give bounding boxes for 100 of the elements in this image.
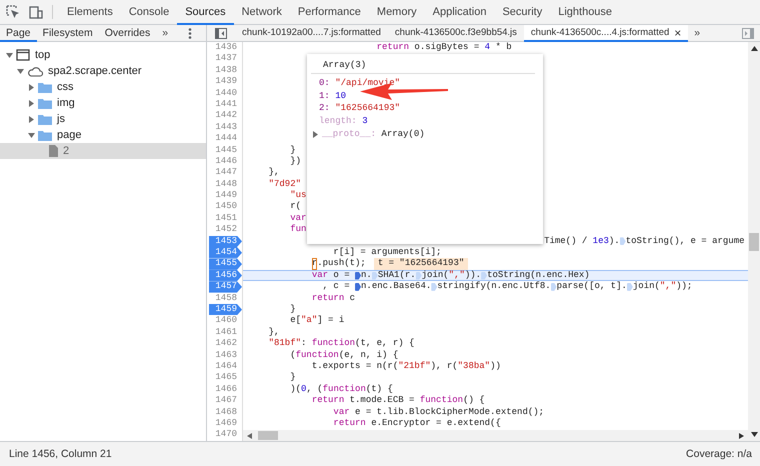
line-number[interactable]: 1464 (209, 360, 242, 372)
code-text: } (290, 304, 296, 316)
scroll-down-icon[interactable] (750, 432, 758, 437)
folder-icon (38, 82, 52, 92)
line-number[interactable]: 1447 (209, 167, 242, 179)
line-number[interactable]: 1450 (209, 201, 242, 213)
line-number[interactable]: 1463 (209, 350, 242, 361)
disclosure-triangle-icon[interactable] (312, 130, 319, 138)
scroll-right-icon[interactable] (739, 432, 744, 438)
line-number[interactable]: 1437 (209, 53, 242, 65)
line-number[interactable]: 1459 (209, 304, 242, 316)
line-number[interactable]: 1442 (209, 110, 242, 122)
file-tab[interactable]: chunk-4136500c.f3e9bb54.js (388, 25, 524, 42)
disclosure-triangle-icon[interactable] (6, 52, 13, 58)
property-entry[interactable]: __proto__: Array(0) (322, 129, 425, 140)
code-text: "us (290, 190, 306, 202)
scrollbar-thumb[interactable] (258, 431, 278, 440)
line-number[interactable]: 1457 (209, 281, 242, 293)
disclosure-triangle-icon[interactable] (28, 100, 35, 106)
code-text: SHA1(r. (378, 270, 416, 282)
disclosure-triangle-icon[interactable] (28, 84, 35, 90)
line-number[interactable]: 1444 (209, 133, 242, 145)
inspect-icon[interactable] (6, 5, 20, 19)
file-tab[interactable]: chunk-10192a00....7.js:formatted (235, 25, 388, 42)
line-number[interactable]: 1436 (209, 42, 242, 54)
code-text: "81bf": function(t, e, r) { (268, 338, 414, 350)
line-number[interactable]: 1462 (209, 338, 242, 350)
line-number[interactable]: 1460 (209, 315, 242, 327)
line-number[interactable]: 1469 (209, 418, 242, 430)
line-number[interactable]: 1440 (209, 88, 242, 99)
scrollbar-thumb[interactable] (749, 232, 759, 250)
scroll-left-icon[interactable] (247, 432, 252, 438)
tree-item[interactable]: css (0, 79, 206, 95)
line-number[interactable]: 1458 (209, 292, 242, 304)
inline-breakpoint-icon[interactable] (355, 272, 362, 280)
navigator-tab[interactable]: Page (0, 25, 37, 42)
line-number[interactable]: 1449 (209, 190, 242, 202)
panel-tab[interactable]: Lighthouse (550, 0, 620, 25)
panel-tab[interactable]: Network (234, 0, 290, 25)
code-text: Time() / 1e3). (544, 236, 620, 248)
navigator-tab[interactable]: Overrides (98, 25, 156, 42)
line-number[interactable]: 1446 (209, 156, 242, 168)
frame-icon (16, 49, 30, 61)
line-number[interactable]: 1467 (209, 395, 242, 406)
disclosure-triangle-icon[interactable] (28, 132, 35, 138)
line-number[interactable]: 1445 (209, 144, 242, 156)
tree-item[interactable]: page (0, 127, 206, 143)
tree-item[interactable]: js (0, 111, 206, 127)
panel-tab[interactable]: Security (494, 0, 550, 25)
line-number[interactable]: 1441 (209, 98, 242, 110)
code-text: join(",")); (632, 281, 692, 293)
more-tabs-button[interactable]: » (156, 25, 174, 41)
more-tabs-button[interactable]: » (688, 25, 706, 41)
line-number[interactable]: 1468 (209, 406, 242, 418)
property-entry: 1: 10 (319, 90, 346, 101)
file-tab[interactable]: chunk-4136500c....4.js:formatted × (524, 25, 688, 42)
coverage-status: Coverage: n/a (686, 448, 752, 460)
panel-tab[interactable]: Performance (290, 0, 369, 25)
line-number[interactable]: 1456 (209, 270, 242, 282)
tree-item[interactable]: 2 (0, 143, 206, 159)
scroll-up-icon[interactable] (750, 46, 758, 51)
property-entry: 0: "/api/movie" (319, 78, 400, 88)
panel-tab[interactable]: Memory (368, 0, 425, 25)
inline-breakpoint-icon[interactable] (355, 282, 362, 291)
tree-item[interactable]: top (0, 47, 206, 63)
close-tab-button[interactable]: × (674, 26, 682, 40)
line-number[interactable]: 1448 (209, 178, 242, 190)
navigator-tab[interactable]: Filesystem (36, 25, 99, 42)
tree-item[interactable]: spa2.scrape.center (0, 63, 206, 79)
menu-icon[interactable] (188, 28, 192, 38)
line-number[interactable]: 1451 (209, 212, 242, 224)
device-toolbar-icon[interactable] (29, 5, 43, 19)
property-entry: length: 3 (319, 116, 368, 126)
line-number[interactable]: 1438 (209, 64, 242, 76)
line-number[interactable]: 1439 (209, 76, 242, 88)
panel-tab[interactable]: Console (120, 0, 178, 25)
tree-item[interactable]: img (0, 95, 206, 111)
inline-value: t = "1625664193" (374, 258, 468, 270)
line-number[interactable]: 1461 (209, 326, 242, 338)
sidebar-toggle-icon[interactable] (742, 28, 754, 38)
code-text: var o = (312, 270, 351, 282)
sidebar-toggle-icon[interactable] (215, 28, 227, 38)
vertical-scrollbar[interactable] (748, 42, 760, 441)
line-number[interactable]: 1466 (209, 384, 242, 396)
panel-tab[interactable]: Elements (59, 0, 121, 25)
line-number[interactable]: 1453 (209, 236, 242, 248)
code-text: (function(e, n, i) { (290, 350, 398, 361)
horizontal-scrollbar[interactable] (243, 430, 748, 441)
line-number[interactable]: 1470 (209, 429, 242, 441)
disclosure-triangle-icon[interactable] (28, 116, 35, 122)
disclosure-triangle-icon[interactable] (17, 68, 24, 74)
line-number[interactable]: 1443 (209, 122, 242, 134)
line-number[interactable]: 1465 (209, 372, 242, 384)
line-number[interactable]: 1454 (209, 247, 242, 258)
code-text: var (290, 212, 306, 224)
line-number[interactable]: 1452 (209, 224, 242, 236)
code-text: return c (312, 292, 356, 304)
code-text: return o.sigBytes = 4 * b (376, 42, 512, 54)
panel-tab[interactable]: Application (424, 0, 494, 25)
line-number[interactable]: 1455 (209, 258, 242, 270)
